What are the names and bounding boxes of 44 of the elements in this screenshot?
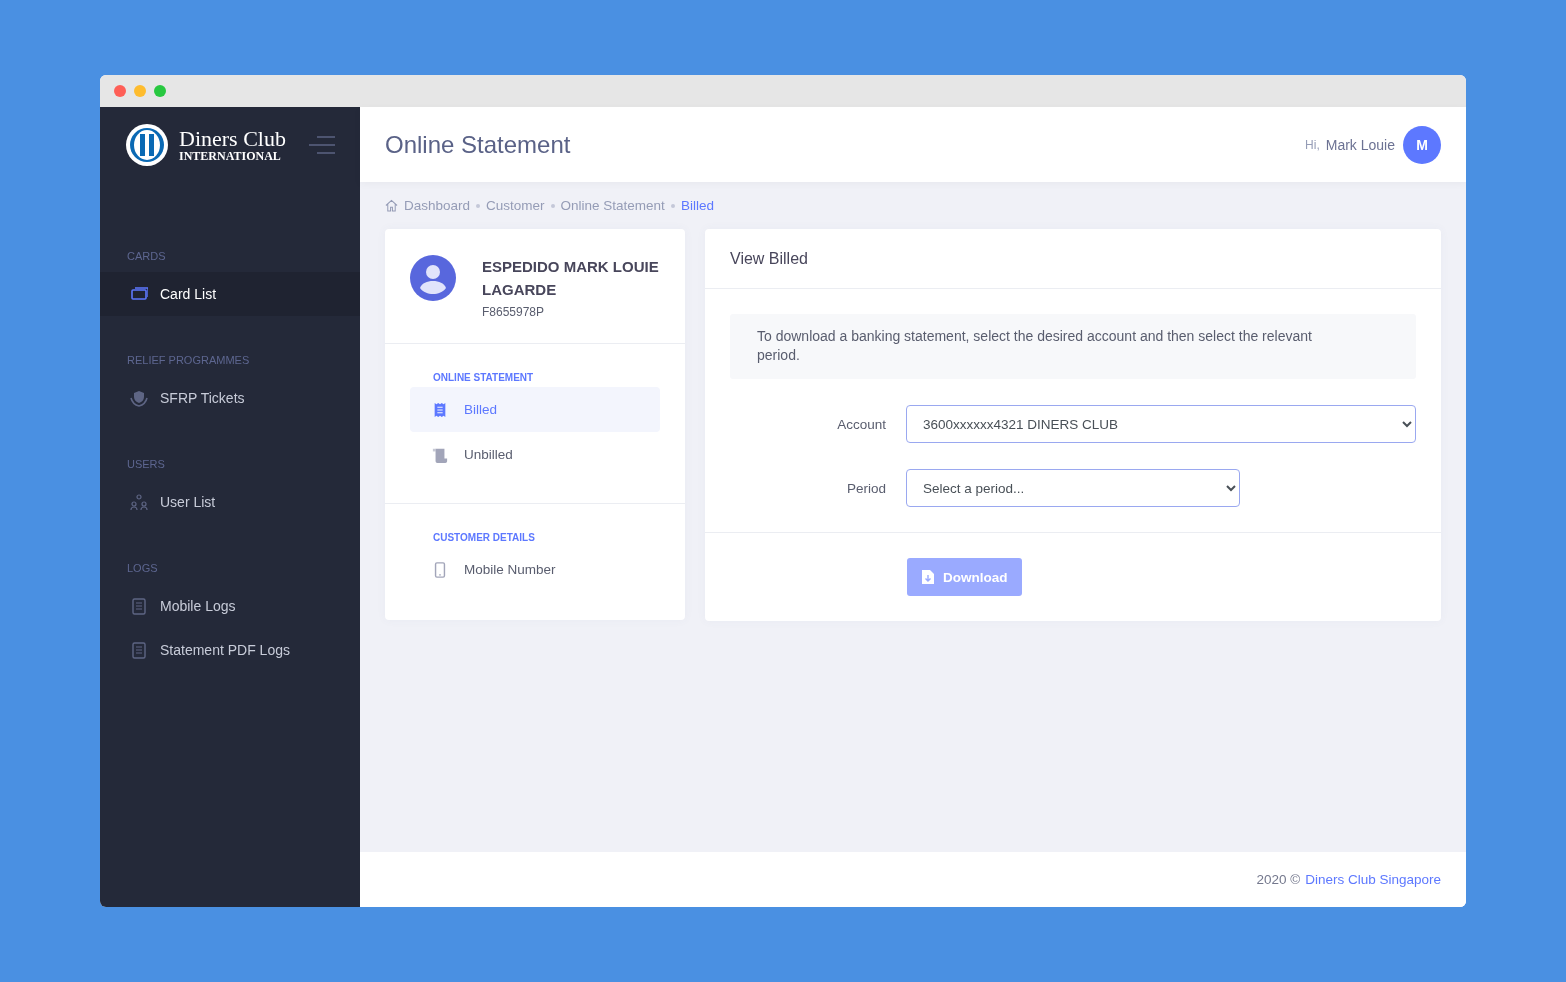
footer-link[interactable]: Diners Club Singapore bbox=[1305, 872, 1441, 887]
file-download-icon bbox=[921, 569, 935, 585]
logo-subtitle: INTERNATIONAL bbox=[179, 149, 282, 162]
scroll-icon bbox=[432, 446, 448, 463]
field-label: Account bbox=[836, 416, 886, 432]
home-icon[interactable] bbox=[385, 199, 398, 212]
document-icon bbox=[130, 641, 148, 659]
menu-heading: ONLINE STATEMENT bbox=[432, 372, 535, 383]
field-label: Period bbox=[845, 480, 886, 496]
customer-name: ESPEDIDO MARK LOUIE LAGARDE bbox=[482, 257, 660, 300]
panel-title: View Billed bbox=[705, 229, 1441, 289]
sidebar-item[interactable]: Mobile Logs bbox=[100, 584, 360, 628]
greeting: Hi, bbox=[1305, 137, 1320, 152]
account-select[interactable]: 3600xxxxxx4321 DINERS CLUB bbox=[906, 405, 1416, 443]
window-maximize-button[interactable] bbox=[154, 85, 166, 97]
window-minimize-button[interactable] bbox=[134, 85, 146, 97]
menu-icon[interactable] bbox=[309, 134, 335, 155]
logo-name: Diners Club bbox=[179, 127, 286, 150]
section-title: LOGS bbox=[126, 561, 159, 574]
user-avatar[interactable]: M bbox=[1403, 125, 1441, 164]
users-icon bbox=[130, 493, 148, 511]
period-select[interactable]: Select a period... bbox=[906, 469, 1240, 507]
section-title: CARDS bbox=[126, 249, 167, 262]
document-icon bbox=[130, 597, 148, 615]
nav-item[interactable]: Unbilled bbox=[410, 432, 660, 477]
phone-icon bbox=[432, 561, 448, 578]
window-close-button[interactable] bbox=[114, 85, 126, 97]
sidebar-item[interactable]: Card List bbox=[100, 272, 360, 316]
sidebar-item[interactable]: User List bbox=[100, 480, 360, 524]
cards-icon bbox=[130, 285, 148, 303]
nav-item[interactable]: Mobile Number bbox=[410, 547, 660, 592]
menu-heading: CUSTOMER DETAILS bbox=[432, 532, 536, 543]
sidebar-item[interactable]: Statement PDF Logs bbox=[100, 628, 360, 672]
hands-shield-icon bbox=[130, 389, 148, 407]
copyright-text: 2020 © bbox=[1256, 872, 1301, 887]
user-avatar-icon bbox=[410, 255, 456, 301]
page-title: Online Statement bbox=[385, 130, 571, 159]
customer-id: F8655978P bbox=[482, 305, 546, 319]
info-message: To download a banking statement, select the desired account and then select the relevant period. bbox=[730, 314, 1416, 379]
user-name[interactable]: Mark Louie bbox=[1325, 136, 1395, 153]
receipt-icon bbox=[432, 401, 448, 418]
sidebar-item[interactable]: SFRP Tickets bbox=[100, 376, 360, 420]
section-title: RELIEF PROGRAMMES bbox=[126, 353, 251, 366]
section-title: USERS bbox=[126, 457, 166, 470]
